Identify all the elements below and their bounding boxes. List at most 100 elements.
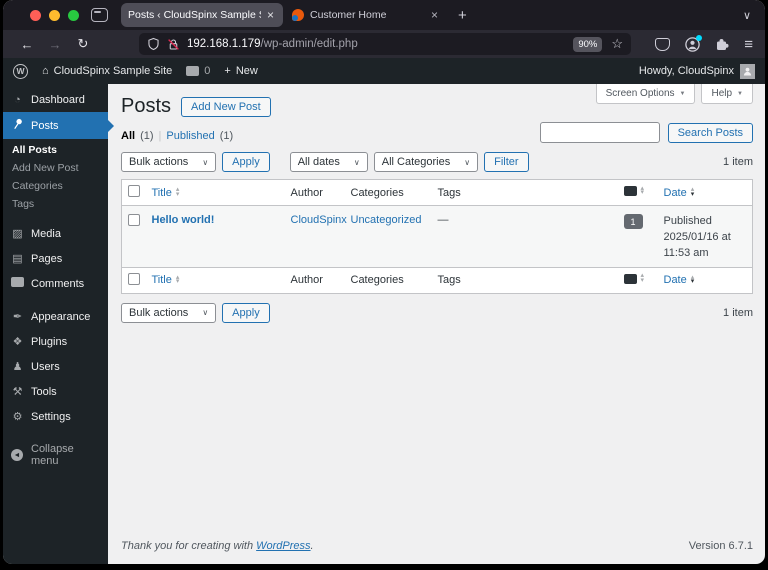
comments-menu[interactable]: 0 [186, 65, 210, 77]
submenu-item-all-posts[interactable]: All Posts [3, 141, 108, 159]
tracking-protection-shield-icon[interactable] [147, 37, 160, 51]
add-new-post-button[interactable]: Add New Post [181, 97, 271, 117]
screen-options-button[interactable]: Screen Options ▼ [596, 84, 696, 104]
sidebar-item-users[interactable]: ♟ Users [3, 354, 108, 379]
wordpress-link[interactable]: WordPress [256, 540, 310, 552]
users-icon: ♟ [11, 360, 24, 373]
dates-filter-select[interactable]: All dates ∨ [290, 152, 368, 172]
date-header-label: Date [664, 274, 687, 286]
sidebar-item-media[interactable]: ▨ Media [3, 221, 108, 246]
chevron-down-icon: ∨ [202, 158, 208, 167]
plus-icon: + [224, 65, 230, 77]
appearance-icon: ✒ [11, 310, 24, 323]
tablenav-bottom: Bulk actions ∨ Apply 1 item [121, 303, 753, 323]
wordpress-logo-icon[interactable]: W [13, 64, 28, 79]
search-posts-button[interactable]: Search Posts [668, 123, 753, 143]
comment-count-badge[interactable]: 1 [624, 214, 643, 229]
close-tab-icon[interactable]: × [265, 8, 276, 22]
extensions-icon[interactable] [715, 37, 729, 51]
categories-filter-select[interactable]: All Categories ∨ [374, 152, 478, 172]
sidebar-item-appearance[interactable]: ✒ Appearance [3, 304, 108, 329]
sort-title-header[interactable]: Title▴▾ [152, 187, 180, 199]
sidebar-item-settings[interactable]: ⚙ Settings [3, 404, 108, 429]
bookmark-star-icon[interactable]: ☆ [611, 36, 623, 52]
submenu-item-tags[interactable]: Tags [3, 195, 108, 213]
sidebar-item-collapse-menu[interactable]: ◄ Collapse menu [3, 437, 108, 473]
version-text: Version 6.7.1 [689, 540, 753, 552]
view-all-count: (1) [140, 130, 153, 142]
sidebar-item-pages[interactable]: ▤ Pages [3, 246, 108, 271]
pages-icon: ▤ [11, 252, 24, 265]
tablenav-top: Bulk actions ∨ Apply All dates ∨ All Cat… [121, 152, 753, 172]
window-controls [30, 10, 79, 21]
firefox-view-icon[interactable] [91, 8, 108, 22]
post-category-link[interactable]: Uncategorized [351, 214, 422, 226]
menu-icon[interactable]: ≡ [744, 36, 753, 53]
reload-button[interactable]: ↻ [69, 36, 97, 52]
sidebar-item-posts[interactable]: Posts [3, 112, 108, 139]
tab-posts-admin[interactable]: Posts ‹ CloudSpinx Sample Site — W × [121, 3, 283, 27]
forward-button[interactable]: → [41, 37, 69, 52]
site-name-menu[interactable]: ⌂ CloudSpinx Sample Site [42, 65, 172, 77]
filter-button[interactable]: Filter [484, 152, 528, 172]
bulk-actions-select[interactable]: Bulk actions ∨ [121, 152, 216, 172]
view-published-link[interactable]: Published [166, 130, 214, 142]
view-published-count: (1) [220, 130, 233, 142]
new-tab-button[interactable]: + [448, 7, 477, 24]
close-window-button[interactable] [30, 10, 41, 21]
zoom-window-button[interactable] [68, 10, 79, 21]
submenu-item-add-new-post[interactable]: Add New Post [3, 159, 108, 177]
account-menu[interactable]: Howdy, CloudSpinx [639, 64, 755, 79]
select-all-checkbox[interactable] [128, 185, 140, 197]
sidebar-item-comments[interactable]: Comments [3, 271, 108, 296]
tools-icon: ⚒ [11, 385, 24, 398]
sort-comments-header[interactable]: ▴▾ [624, 274, 645, 284]
sidebar-item-tools[interactable]: ⚒ Tools [3, 379, 108, 404]
browser-tab-bar: Posts ‹ CloudSpinx Sample Site — W × Cus… [3, 0, 765, 30]
sidebar-item-label: Posts [31, 120, 59, 132]
row-checkbox[interactable] [128, 214, 140, 226]
sort-icons: ▴▾ [691, 188, 695, 197]
account-icon[interactable] [685, 37, 700, 52]
sidebar-item-dashboard[interactable]: ◔ Dashboard [3, 88, 108, 112]
url-bar[interactable]: 192.168.1.179/wp-admin/edit.php 90% ☆ [139, 33, 631, 55]
new-content-menu[interactable]: + New [224, 65, 257, 77]
post-title-link[interactable]: Hello world! [152, 214, 215, 226]
comments-count: 0 [204, 65, 210, 77]
screen-meta-links: Screen Options ▼ Help ▼ [596, 84, 753, 104]
post-date: 2025/01/16 at 11:53 am [664, 230, 747, 262]
view-separator: | [159, 130, 162, 142]
pocket-icon[interactable] [655, 38, 670, 51]
toolbar-icons: ≡ [655, 36, 753, 53]
sort-title-header[interactable]: Title▴▾ [152, 274, 180, 286]
footer-thanks-text: Thank you for creating with [121, 540, 253, 552]
insecure-lock-icon[interactable] [167, 38, 180, 51]
help-label: Help [711, 88, 732, 99]
footer-thanks: Thank you for creating with WordPress. [121, 540, 314, 552]
select-all-checkbox[interactable] [128, 273, 140, 285]
minimize-window-button[interactable] [49, 10, 60, 21]
tab-customer-home[interactable]: Customer Home × [285, 3, 447, 27]
submenu-item-categories[interactable]: Categories [3, 177, 108, 195]
view-all-link[interactable]: All [121, 130, 135, 142]
sort-date-header[interactable]: Date▴▾ [664, 187, 695, 199]
apply-button[interactable]: Apply [222, 303, 270, 323]
sort-date-header[interactable]: Date▴▾ [664, 274, 695, 286]
apply-button[interactable]: Apply [222, 152, 270, 172]
caret-down-icon: ▼ [737, 91, 743, 97]
sort-icons: ▴▾ [641, 187, 645, 196]
back-button[interactable]: ← [13, 37, 41, 52]
sort-comments-header[interactable]: ▴▾ [624, 186, 645, 196]
post-author-link[interactable]: CloudSpinx [291, 214, 347, 226]
zoom-level-badge[interactable]: 90% [573, 37, 602, 52]
sidebar-item-label: Comments [31, 278, 84, 290]
howdy-text: Howdy, CloudSpinx [639, 65, 734, 77]
help-button[interactable]: Help ▼ [701, 84, 753, 104]
list-tabs-chevron-icon[interactable]: ∨ [743, 9, 751, 22]
bulk-actions-select[interactable]: Bulk actions ∨ [121, 303, 216, 323]
home-icon: ⌂ [42, 65, 49, 77]
sidebar-item-plugins[interactable]: ❖ Plugins [3, 329, 108, 354]
close-tab-icon[interactable]: × [429, 8, 440, 22]
search-input[interactable] [540, 122, 660, 143]
post-status: Published [664, 214, 747, 230]
